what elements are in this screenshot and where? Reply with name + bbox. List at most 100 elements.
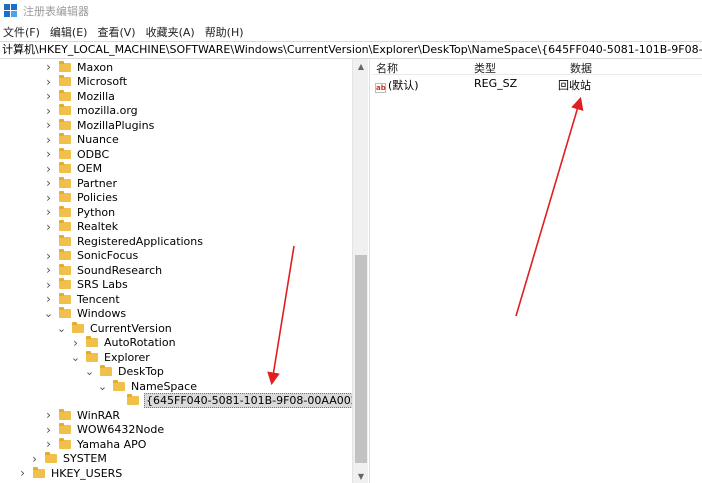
chevron-right-icon[interactable]: › [44, 104, 53, 118]
value-row-name[interactable]: ab (默认) [375, 77, 419, 93]
tree-item[interactable]: ›RegisteredApplications [44, 234, 204, 249]
chevron-down-icon[interactable]: ⌄ [71, 351, 80, 364]
tree-item[interactable]: › AutoRotation [71, 336, 177, 351]
tree-item-label: WinRAR [77, 408, 121, 422]
tree-item[interactable]: › Python [44, 205, 116, 220]
tree-item[interactable]: › Mozilla [44, 89, 116, 104]
chevron-right-icon[interactable]: › [44, 437, 53, 451]
chevron-right-icon[interactable]: › [44, 118, 53, 132]
chevron-right-icon[interactable]: › [44, 278, 53, 292]
chevron-down-icon[interactable]: ⌄ [57, 322, 66, 335]
value-data: 回收站 [558, 79, 591, 92]
chevron-right-icon[interactable]: › [44, 408, 53, 422]
tree-item[interactable]: › Tencent [44, 292, 121, 307]
folder-icon [127, 394, 139, 406]
tree-item[interactable]: › OEM [44, 162, 103, 177]
tree-item[interactable]: › Microsoft [44, 75, 128, 90]
folder-icon [45, 452, 57, 464]
tree-item[interactable]: › Maxon [44, 60, 114, 75]
value-list: 名称 类型 数据 ab (默认) REG_SZ 回收站 [372, 59, 702, 483]
tree-item-label: CurrentVersion [90, 321, 172, 335]
chevron-right-icon[interactable]: › [44, 133, 53, 147]
tree-item[interactable]: ›{645FF040-5081-101B-9F08-00AA002F954E} [112, 393, 352, 409]
tree-item[interactable]: › Nuance [44, 133, 120, 148]
chevron-right-icon[interactable]: › [44, 162, 53, 176]
chevron-right-icon[interactable]: › [71, 336, 80, 350]
tree-item[interactable]: › ODBC [44, 147, 110, 162]
tree-item-label: Windows [77, 307, 127, 321]
tree-item-label: Python [77, 205, 116, 219]
tree-item-label: Tencent [77, 292, 120, 306]
folder-icon [86, 336, 98, 348]
folder-icon [100, 365, 112, 377]
folder-icon [59, 133, 71, 145]
tree-item-label: SoundResearch [77, 263, 163, 277]
menu-file[interactable]: 文件(F) [3, 24, 40, 40]
tree-item[interactable]: › SoundResearch [44, 263, 163, 278]
tree-item-label: Yamaha APO [77, 437, 147, 451]
chevron-right-icon[interactable]: › [44, 205, 53, 219]
folder-icon [59, 205, 71, 217]
scroll-thumb[interactable] [355, 255, 367, 463]
chevron-right-icon[interactable]: › [44, 60, 53, 74]
tree-item[interactable]: › SonicFocus [44, 249, 139, 264]
chevron-right-icon[interactable]: › [44, 89, 53, 103]
folder-icon [59, 147, 71, 159]
scroll-up-arrow-icon[interactable]: ▲ [353, 59, 369, 73]
tree-item[interactable]: › Partner [44, 176, 118, 191]
menu-edit[interactable]: 编辑(E) [50, 24, 88, 40]
folder-icon [59, 234, 71, 246]
folder-icon [59, 437, 71, 449]
tree-item[interactable]: › MozillaPlugins [44, 118, 155, 133]
chevron-right-icon[interactable]: › [18, 466, 27, 480]
tree-item[interactable]: ⌄ DeskTop [85, 365, 165, 380]
tree-item-label: {645FF040-5081-101B-9F08-00AA002F954E} [144, 393, 352, 409]
tree-item[interactable]: ⌄ Explorer [71, 350, 151, 365]
tree-item[interactable]: ⌄ CurrentVersion [57, 321, 173, 336]
chevron-down-icon[interactable]: ⌄ [98, 380, 107, 393]
tree-scrollbar[interactable]: ▲ ▼ [352, 59, 368, 483]
folder-icon [59, 75, 71, 87]
folder-icon [113, 379, 125, 391]
menu-help[interactable]: 帮助(H) [205, 24, 244, 40]
chevron-down-icon[interactable]: ⌄ [44, 307, 53, 320]
tree-item[interactable]: › Realtek [44, 220, 119, 235]
chevron-right-icon[interactable]: › [44, 249, 53, 263]
chevron-right-icon[interactable]: › [44, 263, 53, 277]
string-value-icon: ab [375, 83, 386, 93]
window-title: 注册表编辑器 [23, 5, 89, 18]
tree-item[interactable]: › WOW6432Node [44, 423, 165, 438]
tree-item-label: SonicFocus [77, 249, 139, 263]
tree-item[interactable]: › HKEY_USERS [18, 466, 123, 481]
chevron-down-icon[interactable]: ⌄ [85, 365, 94, 378]
chevron-right-icon[interactable]: › [44, 75, 53, 89]
tree-item[interactable]: ⌄ NameSpace [98, 379, 198, 394]
tree-item[interactable]: › WinRAR [44, 408, 121, 423]
folder-icon [59, 292, 71, 304]
chevron-right-icon[interactable]: › [30, 452, 39, 466]
tree-item[interactable]: › mozilla.org [44, 104, 139, 119]
chevron-right-icon[interactable]: › [44, 292, 53, 306]
chevron-right-icon[interactable]: › [44, 423, 53, 437]
tree-item[interactable]: ⌄ Windows [44, 307, 127, 322]
address-bar[interactable]: 计算机\HKEY_LOCAL_MACHINE\SOFTWARE\Windows\… [0, 41, 702, 59]
tree-item[interactable]: › SRS Labs [44, 278, 129, 293]
tree-item[interactable]: › SYSTEM [30, 452, 108, 467]
scroll-down-arrow-icon[interactable]: ▼ [353, 469, 369, 483]
tree-item[interactable]: › Policies [44, 191, 119, 206]
tree-item-label: HKEY_USERS [51, 466, 123, 480]
menu-view[interactable]: 查看(V) [97, 24, 135, 40]
chevron-right-icon[interactable]: › [44, 220, 53, 234]
folder-icon [59, 60, 71, 72]
menu-favorites[interactable]: 收藏夹(A) [146, 24, 195, 40]
tree-item-label: Partner [77, 176, 117, 190]
tree-item-label: Microsoft [77, 75, 128, 89]
chevron-right-icon[interactable]: › [44, 147, 53, 161]
chevron-right-icon[interactable]: › [44, 176, 53, 190]
tree-item-label: MozillaPlugins [77, 118, 155, 132]
folder-icon [59, 89, 71, 101]
chevron-right-icon[interactable]: › [44, 191, 53, 205]
tree-item[interactable]: › Yamaha APO [44, 437, 147, 452]
folder-icon [59, 176, 71, 188]
tree-item-label: AutoRotation [104, 336, 176, 350]
